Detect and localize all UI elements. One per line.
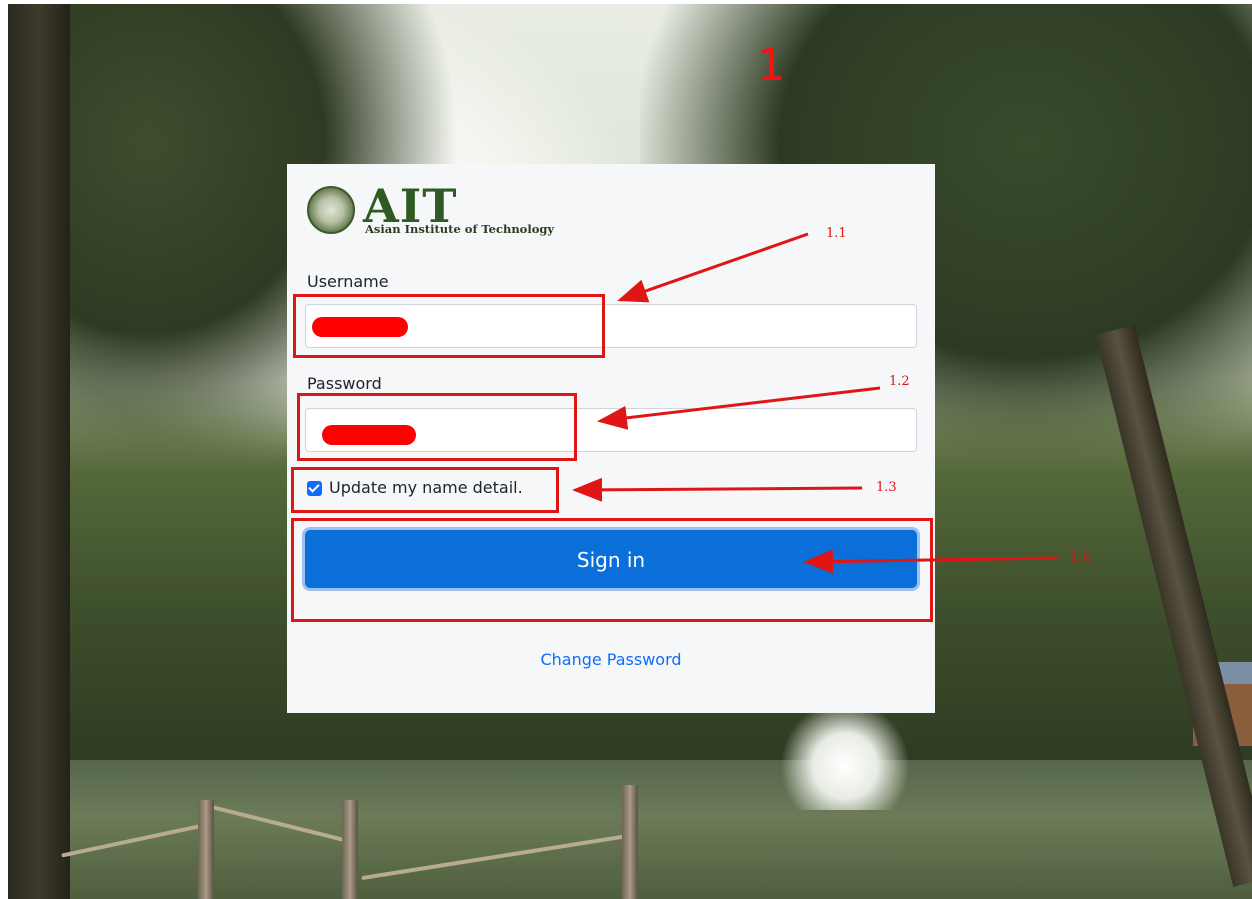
annotation-arrows [572, 232, 1059, 574]
arrow-1-2 [597, 386, 881, 430]
arrow-1-3 [572, 477, 863, 502]
arrow-1-1 [617, 232, 809, 303]
arrow-1-4 [803, 549, 1059, 574]
